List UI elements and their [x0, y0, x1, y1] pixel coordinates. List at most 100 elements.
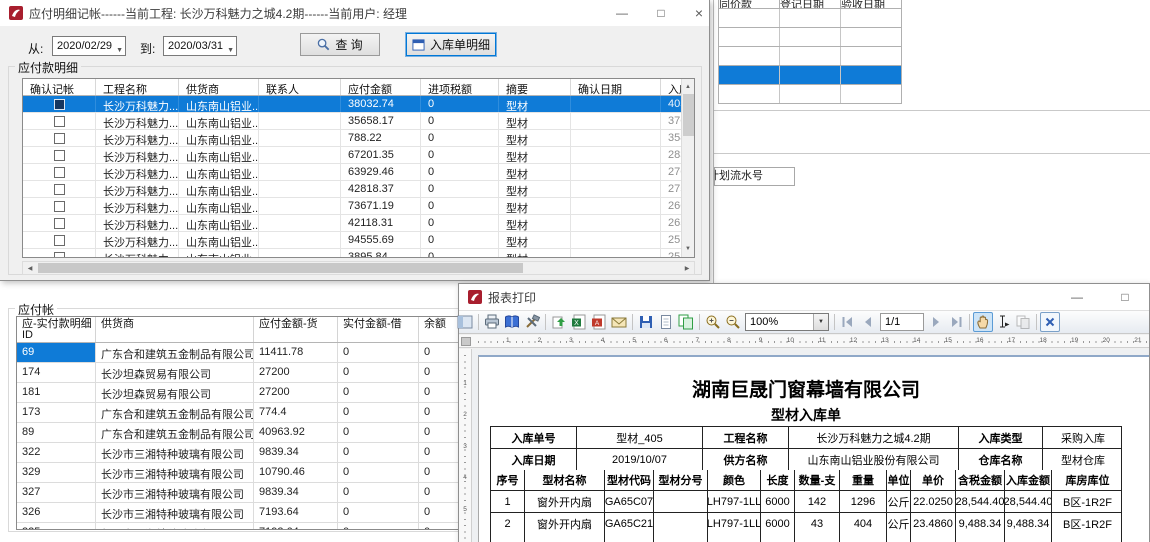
cell-id[interactable]: 326 — [17, 503, 96, 522]
minimize-button[interactable]: — — [1065, 286, 1089, 307]
minimize-button[interactable]: — — [610, 2, 634, 23]
table-row[interactable]: 长沙万科魅力... 山东南山铝业... 73671.19 0 型材 266 — [23, 198, 694, 215]
to-date-combo[interactable]: 2020/03/31 ▼ — [163, 36, 237, 56]
copy-icon[interactable] — [1013, 312, 1033, 332]
confirm-checkbox[interactable] — [54, 201, 65, 212]
table-row[interactable]: 69 广东合和建筑五金制品有限公司 11411.78 0 0 — [17, 343, 519, 363]
confirm-checkbox[interactable] — [54, 116, 65, 127]
maximize-button[interactable]: □ — [649, 2, 673, 23]
cell-id[interactable]: 174 — [17, 363, 96, 382]
report-detail-row: 2 窗外开内扇 GA65C21 LH797-1LL 6000 43 404 公斤… — [491, 513, 1121, 534]
cell-id[interactable]: 69 — [17, 343, 96, 362]
from-date-combo[interactable]: 2020/02/29 ▼ — [52, 36, 126, 56]
cell-id[interactable]: 329 — [17, 463, 96, 482]
cell-id[interactable]: 325 — [17, 523, 96, 530]
table-row[interactable]: 长沙万科魅力... 山东南山铝业... 38032.74 0 型材 405 — [23, 96, 694, 113]
payable-detail-grid: 确认记帐 工程名称 供货商 联系人 应付金额 进项税额 摘要 确认日期 入库 长… — [22, 78, 695, 258]
confirm-checkbox[interactable] — [54, 133, 65, 144]
maximize-button[interactable]: □ — [1113, 286, 1137, 307]
panel-toggle-icon[interactable] — [455, 312, 475, 332]
confirm-checkbox[interactable] — [54, 252, 65, 259]
scroll-left-icon[interactable]: ◀ — [23, 262, 37, 274]
table-row[interactable]: 长沙万科魅力... 山东南山铝业... 788.22 0 型材 358 — [23, 130, 694, 147]
inbound-detail-button[interactable]: 入库单明细 — [406, 33, 496, 56]
table-row[interactable]: 长沙万科魅力... 山东南山铝业... 63929.46 0 型材 276 — [23, 164, 694, 181]
table-row[interactable]: 89 广东合和建筑五金制品有限公司 40963.92 0 0 — [17, 423, 519, 443]
print-icon[interactable] — [482, 312, 502, 332]
prev-page-icon[interactable] — [858, 312, 878, 332]
query-button[interactable]: 查 询 — [300, 33, 380, 56]
scroll-down-icon[interactable]: ▼ — [682, 242, 694, 256]
table-row[interactable] — [719, 66, 901, 85]
tools-icon[interactable] — [522, 312, 542, 332]
cell-id[interactable]: 89 — [17, 423, 96, 442]
zoom-in-icon[interactable] — [703, 312, 723, 332]
table-row[interactable] — [719, 28, 901, 47]
confirm-checkbox[interactable] — [54, 218, 65, 229]
confirm-checkbox[interactable] — [54, 150, 65, 161]
hand-tool-icon[interactable] — [973, 312, 993, 332]
confirm-checkbox[interactable] — [54, 184, 65, 195]
excel-export-icon[interactable]: X — [569, 312, 589, 332]
table-row[interactable]: 长沙万科魅力... 山东南山铝业... 94555.69 0 型材 251 — [23, 232, 694, 249]
scroll-up-icon[interactable]: ▲ — [682, 80, 694, 94]
table-row[interactable]: 长沙万科魅力... 山东南山铝业... 67201.35 0 型材 283 — [23, 147, 694, 164]
table-row[interactable]: 长沙万科魅力... 山东南山铝业... 35658.17 0 型材 376 — [23, 113, 694, 130]
text-select-icon[interactable] — [993, 312, 1013, 332]
chevron-down-icon[interactable]: ▼ — [813, 314, 828, 330]
table-row[interactable] — [719, 47, 901, 66]
confirm-checkbox[interactable] — [54, 167, 65, 178]
page-indicator-input[interactable]: 1/1 — [880, 313, 924, 331]
table-row[interactable]: 长沙万科魅力... 山东南山铝业... 3895.84 0 型材 252 — [23, 249, 694, 258]
plan-serial-field[interactable]: 计划流水号 — [714, 167, 795, 186]
table-row[interactable]: 326 长沙市三湘特种玻璃有限公司 7193.64 0 0 — [17, 503, 519, 523]
col-paid-amount: 实付金额-借 — [338, 317, 419, 342]
next-page-icon[interactable] — [926, 312, 946, 332]
table-row[interactable]: 327 长沙市三湘特种玻璃有限公司 9839.34 0 0 — [17, 483, 519, 503]
save-icon[interactable] — [636, 312, 656, 332]
cell-id[interactable]: 181 — [17, 383, 96, 402]
table-row[interactable]: 173 广东合和建筑五金制品有限公司 774.4 0 0 — [17, 403, 519, 423]
table-row[interactable]: 长沙万科魅力... 山东南山铝业... 42818.37 0 型材 275 — [23, 181, 694, 198]
multi-page-icon[interactable] — [676, 312, 696, 332]
cell-id[interactable]: 322 — [17, 443, 96, 462]
cell-project: 长沙万科魅力... — [96, 249, 179, 258]
confirm-checkbox[interactable] — [54, 235, 65, 246]
report-empty-row — [491, 534, 1121, 542]
table-row[interactable] — [719, 85, 901, 104]
chevron-down-icon[interactable]: ▼ — [116, 42, 123, 60]
confirm-checkbox[interactable] — [54, 99, 65, 110]
mail-icon[interactable] — [609, 312, 629, 332]
horizontal-scrollbar[interactable]: ◀ ▶ — [22, 261, 695, 275]
last-page-icon[interactable] — [946, 312, 966, 332]
zoom-out-icon[interactable] — [723, 312, 743, 332]
cell-id[interactable]: 173 — [17, 403, 96, 422]
table-row[interactable]: 325 长沙市三湘特种玻璃有限公司 7193.64 0 0 — [17, 523, 519, 530]
table-row[interactable]: 181 长沙坦森贸易有限公司 27200 0 0 — [17, 383, 519, 403]
scroll-right-icon[interactable]: ▶ — [680, 262, 694, 274]
table-row[interactable]: 长沙万科魅力... 山东南山铝业... 42118.31 0 型材 265 — [23, 215, 694, 232]
table-row[interactable] — [719, 9, 901, 28]
vertical-scrollbar[interactable]: ▲ ▼ — [681, 79, 694, 257]
book-icon[interactable] — [502, 312, 522, 332]
titlebar[interactable]: 应付明细记帐------当前工程: 长沙万科魅力之城4.2期------当前用户… — [0, 0, 709, 26]
first-page-icon[interactable] — [838, 312, 858, 332]
table-row[interactable]: 329 长沙市三湘特种玻璃有限公司 10790.46 0 0 — [17, 463, 519, 483]
table-row[interactable]: 322 长沙市三湘特种玻璃有限公司 9839.34 0 0 — [17, 443, 519, 463]
info-label: 工程名称 — [703, 427, 789, 448]
report-preview-area[interactable]: 12345 湖南巨晟门窗幕墙有限公司 型材入库单 入库单号 型材_405 工程名… — [459, 349, 1149, 542]
chevron-down-icon[interactable]: ▼ — [227, 42, 234, 60]
cell-id[interactable]: 327 — [17, 483, 96, 502]
pdf-export-icon[interactable]: A — [589, 312, 609, 332]
titlebar[interactable]: 报表打印 — [459, 284, 1149, 310]
close-button[interactable]: × — [687, 2, 711, 23]
scrollbar-thumb[interactable] — [683, 94, 694, 136]
table-row[interactable]: 174 长沙坦森贸易有限公司 27200 0 0 — [17, 363, 519, 383]
single-page-icon[interactable] — [656, 312, 676, 332]
scrollbar-thumb[interactable] — [38, 263, 523, 273]
close-preview-icon[interactable] — [1040, 312, 1060, 332]
export-icon[interactable] — [549, 312, 569, 332]
close-button[interactable]: × — [1145, 286, 1150, 307]
zoom-level-combo[interactable]: 100% ▼ — [745, 313, 829, 331]
ruler-number: 14 — [889, 335, 921, 344]
